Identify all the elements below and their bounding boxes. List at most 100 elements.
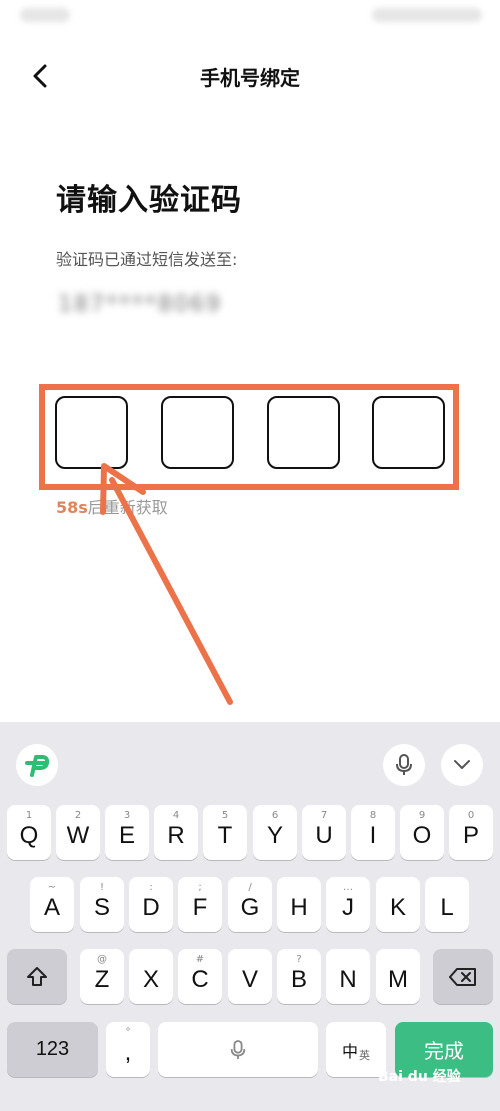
key-label: H [290, 894, 308, 921]
key-m[interactable]: M [376, 949, 420, 1004]
key-label: V [241, 966, 258, 993]
key-i[interactable]: 8I [351, 805, 395, 860]
key-hint: ~ [47, 882, 57, 893]
soft-keyboard: 1Q 2W 3E 4R 5T 6Y 7U 8I 9O 0P ~ A ! S :D ;… [0, 722, 500, 1111]
key-w[interactable]: 2W [56, 805, 100, 860]
numbers-key-label: 123 [35, 1038, 70, 1060]
app-logo-icon [25, 755, 50, 777]
key-hint: 4 [172, 810, 180, 821]
page-title: 手机号绑定 [200, 66, 300, 90]
key-j[interactable]: … J [326, 877, 370, 932]
key-r[interactable]: 4R [154, 805, 198, 860]
key-hint: : [149, 882, 153, 893]
backspace-icon [449, 968, 476, 986]
key-z[interactable]: @ Z [80, 949, 124, 1004]
heading: 请输入验证码 [56, 183, 242, 218]
watermark: Bai du 经验 [378, 1069, 461, 1085]
key-hint: 8 [369, 810, 377, 821]
key-hint: ; [198, 882, 202, 893]
key-p[interactable]: 0P [449, 805, 493, 860]
key-y[interactable]: 6Y [253, 805, 297, 860]
code-input-box-4[interactable] [372, 396, 445, 469]
voice-input-button[interactable] [383, 744, 425, 786]
status-icons-blurred [372, 8, 482, 22]
shift-key[interactable] [7, 949, 67, 1004]
backspace-key[interactable] [433, 949, 493, 1004]
key-s[interactable]: ! S [80, 877, 124, 932]
key-n[interactable]: N [326, 949, 370, 1004]
collapse-keyboard-button[interactable] [441, 744, 483, 786]
key-label: N [339, 966, 357, 993]
status-bar [0, 0, 500, 40]
key-o[interactable]: 9O [400, 805, 444, 860]
key-label: F [192, 894, 208, 921]
key-label: K [389, 894, 406, 921]
key-hint: 2 [74, 810, 82, 821]
key-label: , [124, 1039, 132, 1066]
key-hint: # [195, 954, 205, 965]
code-input-box-3[interactable] [267, 396, 340, 469]
key-q[interactable]: 1Q [7, 805, 51, 860]
key-label: S [93, 894, 110, 921]
done-key-label: 完成 [424, 1039, 464, 1063]
key-v[interactable]: V [228, 949, 272, 1004]
key-label: P [462, 822, 479, 849]
navigation-bar: 手机号绑定 [0, 46, 500, 106]
keyboard-toolbar [0, 722, 500, 800]
key-c[interactable]: # C [178, 949, 222, 1004]
key-k[interactable]: K [376, 877, 420, 932]
key-label: L [440, 894, 454, 921]
key-d[interactable]: :D [129, 877, 173, 932]
key-label: A [43, 894, 60, 921]
key-hint: 1 [25, 810, 33, 821]
resend-text: 后重新获取 [87, 498, 168, 517]
language-main-label: 中 [341, 1041, 358, 1061]
key-hint: ! [99, 882, 104, 893]
key-f[interactable]: ; F [178, 877, 222, 932]
key-label: M [388, 966, 408, 993]
key-label: C [191, 966, 209, 993]
key-hint: 6 [271, 810, 279, 821]
key-label: T [217, 822, 233, 849]
numbers-key[interactable]: 123 [7, 1022, 98, 1077]
key-hint: / [248, 882, 252, 893]
key-g[interactable]: / G [228, 877, 272, 932]
punctuation-key[interactable]: ° , [106, 1022, 150, 1077]
key-hint: ° [125, 1027, 131, 1038]
key-label: B [290, 966, 307, 993]
countdown-seconds: 58s [56, 498, 88, 517]
key-label: E [118, 822, 135, 849]
resend-countdown: 58s后重新获取 [56, 494, 168, 518]
key-b[interactable]: ? B [277, 949, 321, 1004]
key-label: R [167, 822, 185, 849]
key-label: X [142, 966, 159, 993]
keyboard-logo-button[interactable] [16, 744, 58, 786]
language-switch-key[interactable]: 中英 [326, 1022, 386, 1077]
microphone-icon [396, 754, 412, 775]
shift-icon [27, 967, 47, 986]
masked-phone-number: 187****8069 [58, 292, 222, 317]
key-label: D [142, 894, 160, 921]
microphone-icon [230, 1039, 246, 1059]
key-u[interactable]: 7U [302, 805, 346, 860]
key-label: J [342, 894, 354, 921]
key-x[interactable]: X [129, 949, 173, 1004]
key-label: Z [94, 966, 110, 993]
status-time-blurred [20, 8, 70, 22]
key-label: W [66, 822, 90, 849]
key-label: Q [19, 822, 39, 849]
key-e[interactable]: 3E [105, 805, 149, 860]
key-t[interactable]: 5T [203, 805, 247, 860]
key-a[interactable]: ~ A [30, 877, 74, 932]
code-input-box-1[interactable] [55, 396, 128, 469]
key-hint: 0 [467, 810, 475, 821]
space-key[interactable] [158, 1022, 318, 1077]
key-hint: 3 [123, 810, 131, 821]
key-label: Y [266, 822, 283, 849]
key-label: G [240, 894, 260, 921]
key-h[interactable]: H [277, 877, 321, 932]
chevron-down-icon [454, 760, 470, 769]
code-input-box-2[interactable] [161, 396, 234, 469]
key-hint: 7 [320, 810, 328, 821]
key-l[interactable]: L [425, 877, 469, 932]
